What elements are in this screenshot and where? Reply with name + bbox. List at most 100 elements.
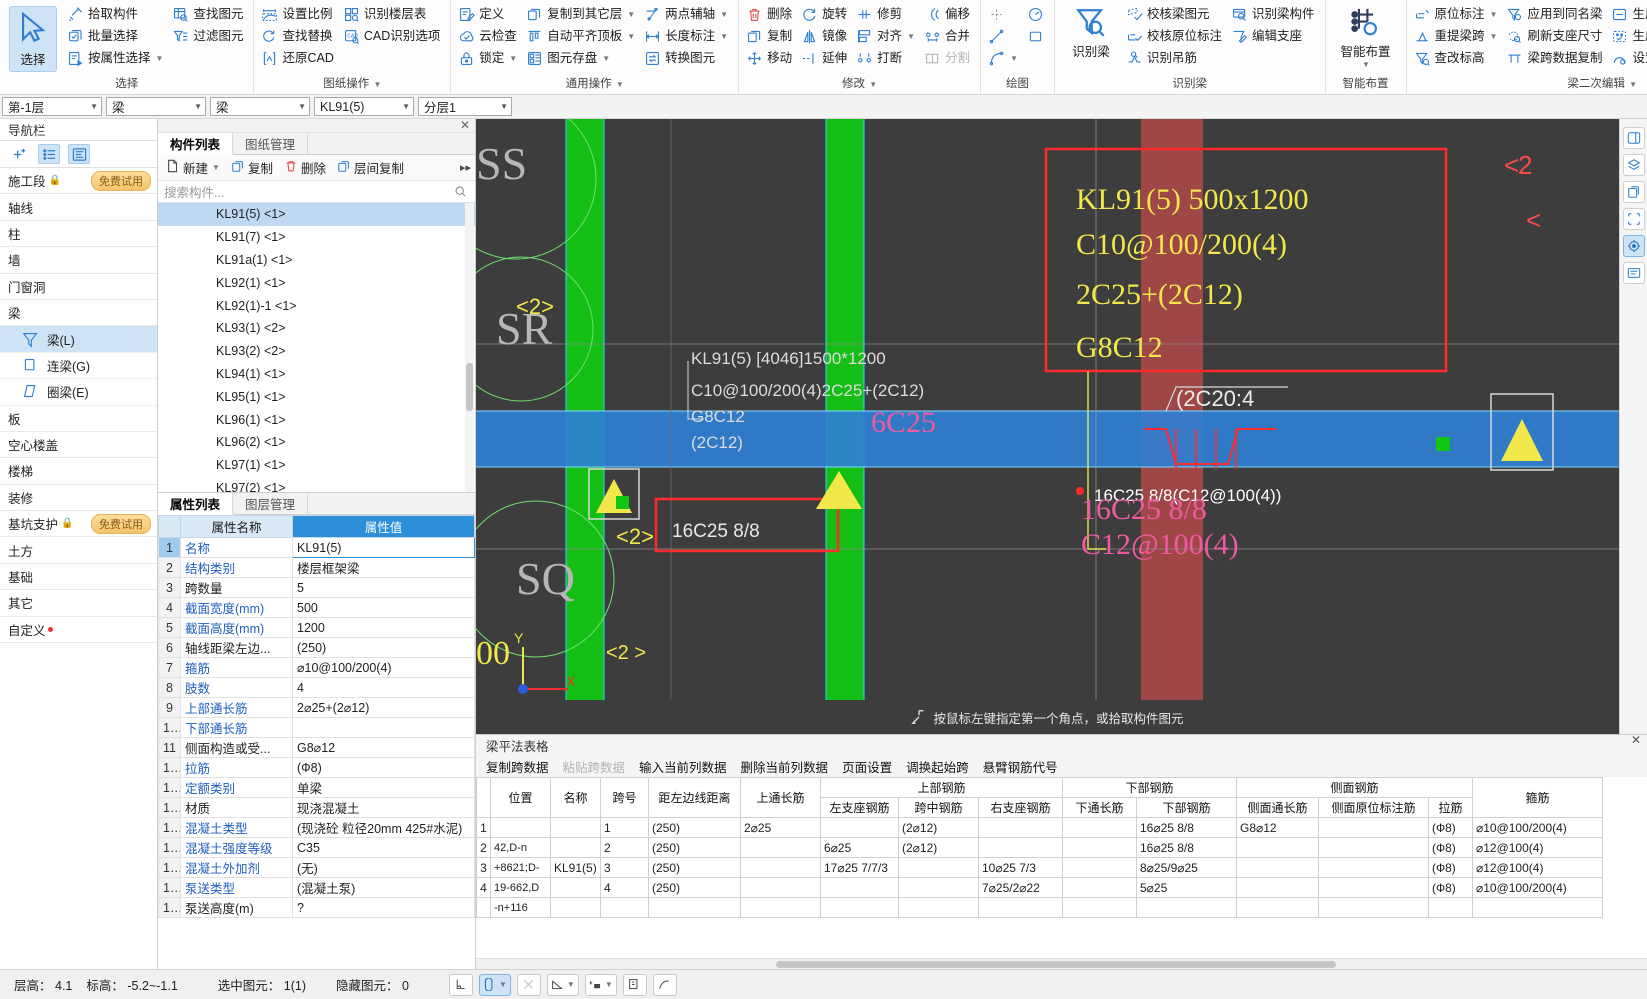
- shape-icon[interactable]: ▼: [478, 973, 511, 996]
- grid-cell-position[interactable]: +8621;D-: [490, 857, 551, 878]
- search-icon[interactable]: [454, 185, 467, 198]
- grid-cell-side_situ[interactable]: [1318, 837, 1429, 858]
- nav-item-12[interactable]: 基础: [0, 564, 157, 591]
- layer-select[interactable]: 分层1 ▼: [418, 97, 512, 116]
- cad-drawing-svg[interactable]: KL91(5) 500x1200 C10@100/200(4) 2C25+(2C…: [476, 119, 1647, 734]
- ribbon-item-refresh-support-size[interactable]: 刷新支座尺寸: [1504, 26, 1607, 47]
- property-row[interactable]: 5 截面高度(mm) 1200: [158, 617, 475, 638]
- ribbon-item-identify-floor-table[interactable]: 识别楼层表: [341, 4, 445, 25]
- beam-table-tool[interactable]: 复制跨数据: [486, 757, 549, 776]
- ribbon-item-find-element[interactable]: 查找图元: [170, 4, 248, 25]
- grid-cell-dist[interactable]: (250): [648, 837, 741, 858]
- elements-icon[interactable]: [622, 973, 647, 996]
- close-icon[interactable]: ✕: [1631, 733, 1641, 747]
- ribbon-item-circle[interactable]: [1025, 4, 1049, 25]
- ribbon-item-check-in-situ-label[interactable]: 校核原位标注: [1124, 26, 1227, 47]
- ribbon-item-identify-hanger-bar[interactable]: 识别吊筋: [1124, 48, 1227, 69]
- grid-row[interactable]: 3 +8621;D- KL91(5) 3 (250) 17⌀25 7/7/3 10⌀25 7…: [476, 857, 1603, 878]
- grid-cell-position[interactable]: [490, 817, 551, 838]
- grid-row[interactable]: 2 42,D-n 2 (250) 6⌀25 (2⌀12) 16⌀25 8/8 (Ф8) ⌀12@…: [476, 837, 1603, 858]
- chevron-down-icon[interactable]: ▼: [869, 80, 877, 89]
- ribbon-item-line[interactable]: [986, 26, 1023, 47]
- component-list-item[interactable]: KL96(1) <1>: [158, 408, 475, 431]
- smart-layout-button[interactable]: 智能布置 ▼: [1331, 4, 1401, 69]
- grid-cell-span[interactable]: [600, 897, 649, 918]
- ribbon-item-restore-cad[interactable]: 还原CAD: [259, 48, 338, 69]
- grid-cell-side_situ[interactable]: [1318, 897, 1429, 918]
- nav-item-8[interactable]: 楼梯: [0, 458, 157, 485]
- crop-icon[interactable]: [1622, 208, 1645, 230]
- curve-icon[interactable]: [652, 973, 677, 996]
- nav-item-10[interactable]: 基坑支护 🔒 免费试用: [0, 511, 157, 538]
- ribbon-item-check-beam-element[interactable]: 校核梁图元: [1124, 4, 1227, 25]
- ribbon-item-find-replace[interactable]: 查找替换: [259, 26, 338, 47]
- property-row-value[interactable]: KL91(5): [292, 537, 475, 558]
- ribbon-item-set-arch-beam[interactable]: 设置拱梁 ▼: [1609, 48, 1647, 69]
- property-row[interactable]: 10 下部通长筋: [158, 717, 475, 738]
- ribbon-item-filter-element[interactable]: 过滤图元: [170, 26, 248, 47]
- grid-cell-span[interactable]: 3: [600, 857, 649, 878]
- property-row-value[interactable]: (现浇砼 粒径20mm 425#水泥): [292, 817, 475, 838]
- tab-component-list[interactable]: 构件列表: [158, 133, 234, 155]
- tab-drawing-management[interactable]: 图纸管理: [233, 133, 309, 154]
- property-row-value[interactable]: ?: [292, 897, 475, 918]
- property-row[interactable]: 8 肢数 4: [158, 677, 475, 698]
- add-point-icon[interactable]: ▼: [584, 973, 617, 996]
- ribbon-item-extend[interactable]: 延伸: [799, 48, 852, 69]
- list-panel-icon[interactable]: [1622, 262, 1645, 284]
- ribbon-item-apply-same-name-beam[interactable]: 应用到同名梁: [1504, 4, 1607, 25]
- chevron-down-icon[interactable]: ▼: [402, 102, 410, 111]
- property-row[interactable]: 18 泵送类型 (混凝土泵): [158, 877, 475, 898]
- beam-table-tool[interactable]: 输入当前列数据: [639, 757, 727, 776]
- grid-cell-side_long[interactable]: G8⌀12: [1236, 817, 1319, 838]
- beam-table-tool[interactable]: 删除当前列数据: [741, 757, 829, 776]
- grid-cell-span[interactable]: 1: [600, 817, 649, 838]
- property-row-value[interactable]: 2⌀25+(2⌀12): [292, 697, 475, 718]
- grid-cell-bot_long[interactable]: [1062, 837, 1137, 858]
- ribbon-item-merge[interactable]: 合并: [922, 26, 975, 47]
- beam-table-hscrollbar[interactable]: [476, 958, 1647, 969]
- grid-cell-span[interactable]: 2: [600, 837, 649, 858]
- property-row-value[interactable]: 5: [292, 577, 475, 598]
- component-list-item[interactable]: KL92(1)-1 <1>: [158, 294, 475, 317]
- grid-cell-left_sup[interactable]: [820, 817, 899, 838]
- ribbon-item-rotate[interactable]: 旋转: [799, 4, 852, 25]
- cross-icon[interactable]: [516, 973, 541, 996]
- grid-cell-span[interactable]: 4: [600, 877, 649, 898]
- grid-cell-tie[interactable]: (Ф8): [1428, 857, 1473, 878]
- property-row[interactable]: 9 上部通长筋 2⌀25+(2⌀12): [158, 697, 475, 718]
- property-row[interactable]: 1 名称 KL91(5): [158, 537, 475, 558]
- floor-select[interactable]: 第-1层 ▼: [2, 97, 102, 116]
- ribbon-item-beam-span-data-copy[interactable]: 梁跨数据复制: [1504, 48, 1607, 69]
- chevron-down-icon[interactable]: ▼: [509, 54, 517, 63]
- property-row[interactable]: 11 侧面构造或受... G8⌀12: [158, 737, 475, 758]
- tab-layer-management[interactable]: 图层管理: [233, 493, 309, 514]
- chevron-down-icon[interactable]: ▼: [1629, 80, 1637, 89]
- subcategory-select[interactable]: 梁 ▼: [210, 97, 310, 116]
- search-component-input[interactable]: 搜索构件...: [158, 181, 475, 203]
- component-list-item[interactable]: KL93(1) <2>: [158, 317, 475, 340]
- property-row[interactable]: 3 跨数量 5: [158, 577, 475, 598]
- ribbon-item-trim[interactable]: 修剪: [854, 4, 920, 25]
- grid-cell-right_sup[interactable]: [978, 897, 1063, 918]
- component-list-item[interactable]: KL93(2) <2>: [158, 340, 475, 363]
- ribbon-item-generate-erection-bar[interactable]: 生成架立筋: [1609, 26, 1647, 47]
- chevron-down-icon[interactable]: ▼: [374, 80, 382, 89]
- ribbon-item-length-dimension[interactable]: 长度标注 ▼: [642, 26, 733, 47]
- grid-cell-stirrup[interactable]: ⌀10@100/200(4): [1472, 877, 1603, 898]
- grid-cell-bot_long[interactable]: [1062, 817, 1137, 838]
- grid-cell-tie[interactable]: (Ф8): [1428, 817, 1473, 838]
- grid-cell-side_situ[interactable]: [1318, 857, 1429, 878]
- property-row[interactable]: 13 定额类别 单梁: [158, 777, 475, 798]
- nav-item-6[interactable]: 板: [0, 406, 157, 432]
- beam-table-tool[interactable]: 调换起始跨: [906, 757, 969, 776]
- property-row[interactable]: 7 箍筋 ⌀10@100/200(4): [158, 657, 475, 678]
- grid-cell-bot[interactable]: 5⌀25: [1136, 877, 1237, 898]
- axis-icon[interactable]: [448, 973, 473, 996]
- grid-cell-right_sup[interactable]: [978, 817, 1063, 838]
- grid-cell-right_sup[interactable]: 10⌀25 7/3: [978, 857, 1063, 878]
- grid-cell-dist[interactable]: (250): [648, 857, 741, 878]
- chevron-down-icon[interactable]: ▼: [567, 980, 575, 989]
- nav-item-5[interactable]: 梁: [0, 300, 157, 327]
- ribbon-item-in-situ-label[interactable]: 原位标注 ▼: [1412, 4, 1503, 25]
